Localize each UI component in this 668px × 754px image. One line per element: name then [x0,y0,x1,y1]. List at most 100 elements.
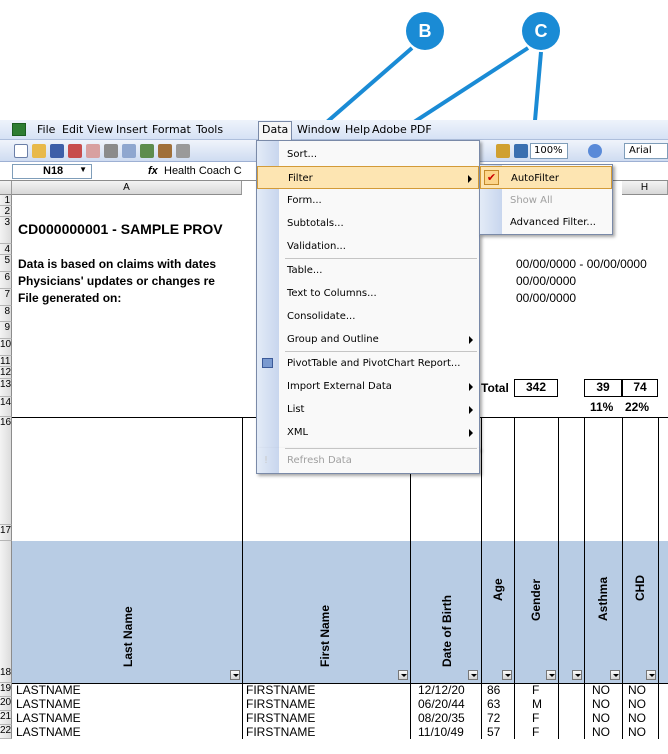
row-header-18[interactable]: 18 [0,541,12,683]
table-row[interactable]: LASTNAME FIRSTNAME 06/20/44 63 M NO NO [0,697,668,711]
row-header-9[interactable]: 9 [0,322,12,339]
menu-item-table[interactable]: Table... [257,259,479,282]
menu-item-text-to-columns[interactable]: Text to Columns... [257,282,479,305]
menu-window[interactable]: Window [297,123,340,136]
asthma-cell[interactable]: NO [592,683,610,697]
chd-cell[interactable]: NO [628,697,646,711]
filter-dropdown-first-name[interactable] [398,670,408,680]
menu-item-subtotals[interactable]: Subtotals... [257,212,479,235]
row-header-5[interactable]: 5 [0,255,12,272]
menu-item-import-external-data[interactable]: Import External Data [257,375,479,398]
first-name-cell[interactable]: FIRSTNAME [246,697,315,711]
email-icon[interactable] [86,144,100,158]
generated-date-value[interactable]: 00/00/0000 [516,291,576,305]
table-row[interactable]: LASTNAME FIRSTNAME 12/12/20 86 F NO NO [0,683,668,697]
first-name-cell[interactable]: FIRSTNAME [246,683,315,697]
excel-app-icon[interactable] [12,123,26,136]
filter-dropdown-asthma[interactable] [610,670,620,680]
menu-item-validation[interactable]: Validation... [257,235,479,258]
chd-cell[interactable]: NO [628,725,646,739]
font-name-select[interactable]: Arial [624,143,668,159]
insert-function-icon[interactable]: fx [148,165,158,177]
spelling-icon[interactable] [140,144,154,158]
gender-cell[interactable]: F [532,683,539,697]
research-icon[interactable] [158,144,172,158]
total-value[interactable]: 342 [514,379,558,397]
filter-dropdown-last-name[interactable] [230,670,240,680]
filter-dropdown-dob[interactable] [468,670,478,680]
row-header-3[interactable]: 3 [0,217,12,244]
date-range-value[interactable]: 00/00/0000 - 00/00/0000 [516,257,647,271]
row-header-8[interactable]: 8 [0,306,12,322]
menu-item-advanced-filter[interactable]: Advanced Filter... [480,211,612,234]
new-icon[interactable] [14,144,28,158]
dob-cell[interactable]: 12/12/20 [418,683,465,697]
menu-item-list[interactable]: List [257,398,479,421]
gender-cell[interactable]: F [532,725,539,739]
header-age[interactable]: Age [491,578,505,601]
age-cell[interactable]: 86 [487,683,500,697]
row-header-4[interactable]: 4 [0,244,12,255]
header-first-name[interactable]: First Name [318,605,332,667]
print-preview-icon[interactable] [122,144,136,158]
menu-view[interactable]: View [87,123,113,136]
menu-item-sort[interactable]: Sort... [257,143,479,166]
row-header-17[interactable]: 17 [0,525,12,541]
menu-item-pivottable[interactable]: PivotTable and PivotChart Report... [257,352,479,375]
menu-file[interactable]: File [37,123,55,136]
row-header-6[interactable]: 6 [0,272,12,289]
age-cell[interactable]: 72 [487,711,500,725]
menu-item-group-and-outline[interactable]: Group and Outline [257,328,479,351]
gender-cell[interactable]: F [532,711,539,725]
chd-count[interactable]: 74 [622,379,658,397]
row-header-14[interactable]: 14 [0,397,12,417]
permission-icon[interactable] [68,144,82,158]
first-name-cell[interactable]: FIRSTNAME [246,711,315,725]
menu-item-autofilter[interactable]: ✔ AutoFilter [480,166,612,189]
filter-dropdown-age[interactable] [502,670,512,680]
chart-wizard-icon[interactable] [496,144,510,158]
menu-item-form[interactable]: Form... [257,189,479,212]
asthma-cell[interactable]: NO [592,697,610,711]
asthma-cell[interactable]: NO [592,725,610,739]
row-header-16[interactable]: 16 [0,417,12,525]
filter-dropdown-gender[interactable] [546,670,556,680]
header-chd[interactable]: CHD [633,575,647,601]
chd-cell[interactable]: NO [628,683,646,697]
zoom-select[interactable]: 100% [530,143,568,159]
last-name-cell[interactable]: LASTNAME [16,711,81,725]
last-name-cell[interactable]: LASTNAME [16,697,81,711]
dob-cell[interactable]: 06/20/44 [418,697,465,711]
report-title[interactable]: CD000000001 - SAMPLE PROV [18,221,223,237]
menu-insert[interactable]: Insert [116,123,148,136]
menu-item-refresh-data[interactable]: ! Refresh Data [257,449,479,472]
save-icon[interactable] [50,144,64,158]
open-icon[interactable] [32,144,46,158]
last-name-cell[interactable]: LASTNAME [16,683,81,697]
menu-item-consolidate[interactable]: Consolidate... [257,305,479,328]
menu-item-xml[interactable]: XML [257,421,479,444]
help-icon[interactable] [588,144,602,158]
row-header-1[interactable]: 1 [0,195,12,206]
table-row[interactable]: LASTNAME FIRSTNAME 11/10/49 57 F NO NO [0,725,668,739]
column-header-h[interactable]: H [622,181,668,195]
age-cell[interactable]: 63 [487,697,500,711]
column-header-a[interactable]: A [12,181,242,195]
menu-help[interactable]: Help [345,123,370,136]
menu-item-show-all[interactable]: Show All [480,189,612,212]
filter-dropdown-chd[interactable] [646,670,656,680]
menu-item-filter[interactable]: Filter [257,166,479,189]
table-row[interactable]: LASTNAME FIRSTNAME 08/20/35 72 F NO NO [0,711,668,725]
header-gender[interactable]: Gender [529,579,543,621]
age-cell[interactable]: 57 [487,725,500,739]
filter-dropdown-blank[interactable] [572,670,582,680]
header-asthma[interactable]: Asthma [596,577,610,621]
row-header-11[interactable]: 11 [0,356,12,367]
asthma-count[interactable]: 39 [584,379,622,397]
menu-data[interactable]: Data [258,121,293,140]
chd-percent[interactable]: 22% [625,400,649,414]
first-name-cell[interactable]: FIRSTNAME [246,725,315,739]
update-date-value[interactable]: 00/00/0000 [516,274,576,288]
row-header-2[interactable]: 2 [0,206,12,217]
menu-edit[interactable]: Edit [62,123,83,136]
